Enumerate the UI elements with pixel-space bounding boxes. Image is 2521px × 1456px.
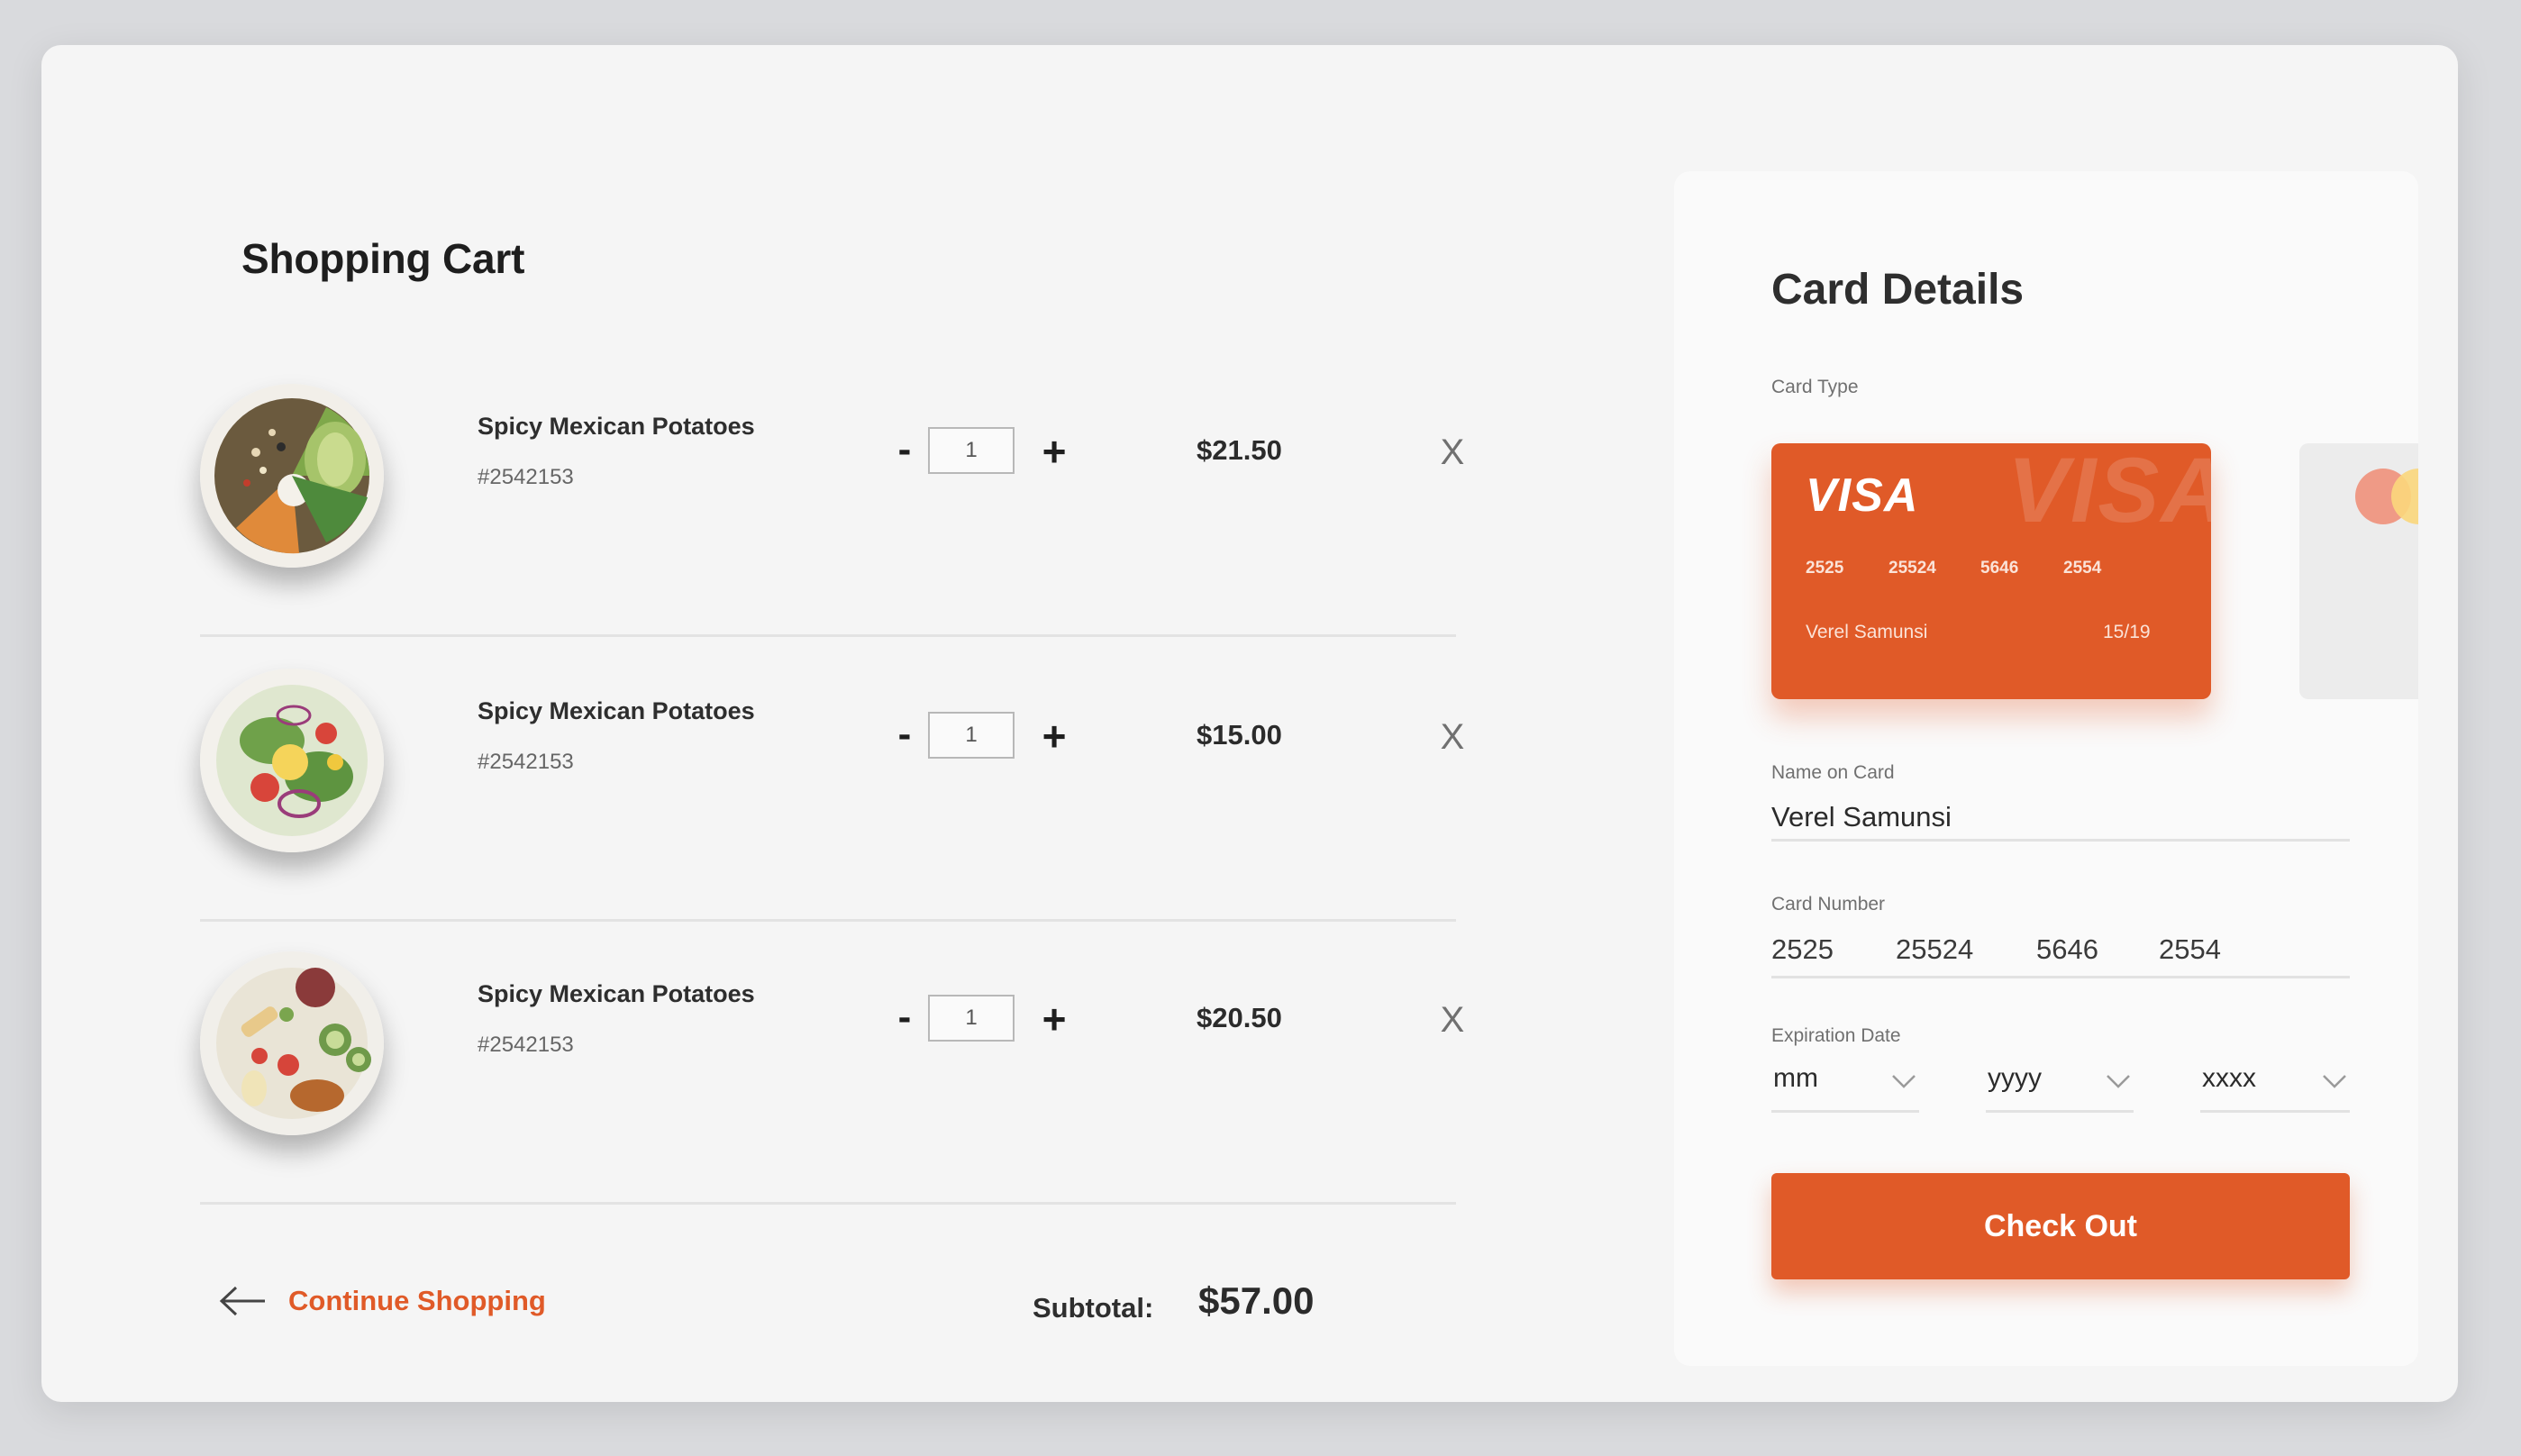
item-price: $20.50 [1197,1002,1282,1033]
card-details-title: Card Details [1771,266,2025,314]
item-price: $15.00 [1197,719,1282,751]
name-on-card-label: Name on Card [1771,762,1895,783]
card-number-underline [1771,976,2350,978]
card-expiry: 15/19 [2103,622,2151,642]
item-sku: #2542153 [478,465,574,489]
remove-item-button[interactable]: X [1429,995,1476,1045]
remove-item-button[interactable]: X [1429,712,1476,762]
decrease-quantity-button[interactable]: - [887,995,923,1039]
item-name: Spicy Mexican Potatoes [478,413,755,440]
item-name: Spicy Mexican Potatoes [478,980,755,1007]
quantity-input[interactable] [928,427,1015,474]
card-number-group: 2525 [1806,559,1844,578]
cart-item: Spicy Mexican Potatoes #2542153 - + $21.… [200,351,1464,637]
decrease-quantity-button[interactable]: - [887,712,923,756]
expiry-year-select[interactable]: yyyy [1986,1058,2134,1113]
continue-shopping-link[interactable]: Continue Shopping [218,1283,546,1319]
decrease-quantity-button[interactable]: - [887,427,923,471]
card-number-field-group[interactable]: 2525 [1771,933,1834,966]
card-details-panel: Card Details Card Type VISA VISA 2525 25… [1674,171,2418,1366]
increase-quantity-button[interactable]: + [1036,712,1072,760]
increase-quantity-button[interactable]: + [1036,995,1072,1042]
page-title: Shopping Cart [241,235,525,282]
expiry-year-value: yyyy [1988,1063,2042,1093]
product-image [200,669,384,852]
cvv-select[interactable]: xxxx [2200,1058,2350,1113]
visa-card-option[interactable]: VISA VISA 2525 25524 5646 2554 Verel Sam… [1771,443,2211,699]
chevron-down-icon [2107,1075,2130,1088]
item-price: $21.50 [1197,434,1282,466]
card-number-group: 2554 [2063,559,2102,578]
expiration-date-label: Expiration Date [1771,1025,1901,1046]
product-image [200,384,384,568]
subtotal-label: Subtotal: [1033,1292,1154,1324]
product-image [200,951,384,1135]
name-on-card-field[interactable] [1771,795,2350,842]
expiry-month-select[interactable]: mm [1771,1058,1919,1113]
chevron-down-icon [2323,1075,2346,1088]
item-sku: #2542153 [478,1033,574,1057]
increase-quantity-button[interactable]: + [1036,427,1072,475]
cart-item: Spicy Mexican Potatoes #2542153 - + $15.… [200,636,1464,922]
card-holder-name: Verel Samunsi [1806,622,1928,642]
card-number-field-group[interactable]: 2554 [2159,933,2221,966]
card-number-group: 25524 [1888,559,1936,578]
cvv-value: xxxx [2202,1063,2256,1093]
remove-item-button[interactable]: X [1429,427,1476,478]
card-number-label: Card Number [1771,894,1886,915]
card-number-field-group[interactable]: 5646 [2036,933,2098,966]
card-type-label: Card Type [1771,377,1859,397]
mastercard-option[interactable] [2299,443,2418,699]
item-sku: #2542153 [478,750,574,774]
card-number-group: 5646 [1980,559,2019,578]
expiry-month-value: mm [1773,1063,1818,1093]
continue-shopping-label: Continue Shopping [288,1285,546,1316]
cart-item: Spicy Mexican Potatoes #2542153 - + $20.… [200,919,1464,1205]
visa-logo: VISA [1806,469,1919,522]
subtotal-value: $57.00 [1198,1279,1315,1322]
card-number-field-group[interactable]: 25524 [1896,933,1973,966]
chevron-down-icon [1892,1075,1916,1088]
app-window: Shopping Cart Spicy Mexican Potatoes #25… [41,45,2458,1402]
check-out-button[interactable]: Check Out [1771,1173,2350,1279]
arrow-left-icon [219,1286,265,1316]
visa-watermark: VISA [2007,443,2211,541]
quantity-input[interactable] [928,712,1015,759]
item-name: Spicy Mexican Potatoes [478,697,755,724]
quantity-input[interactable] [928,995,1015,1042]
